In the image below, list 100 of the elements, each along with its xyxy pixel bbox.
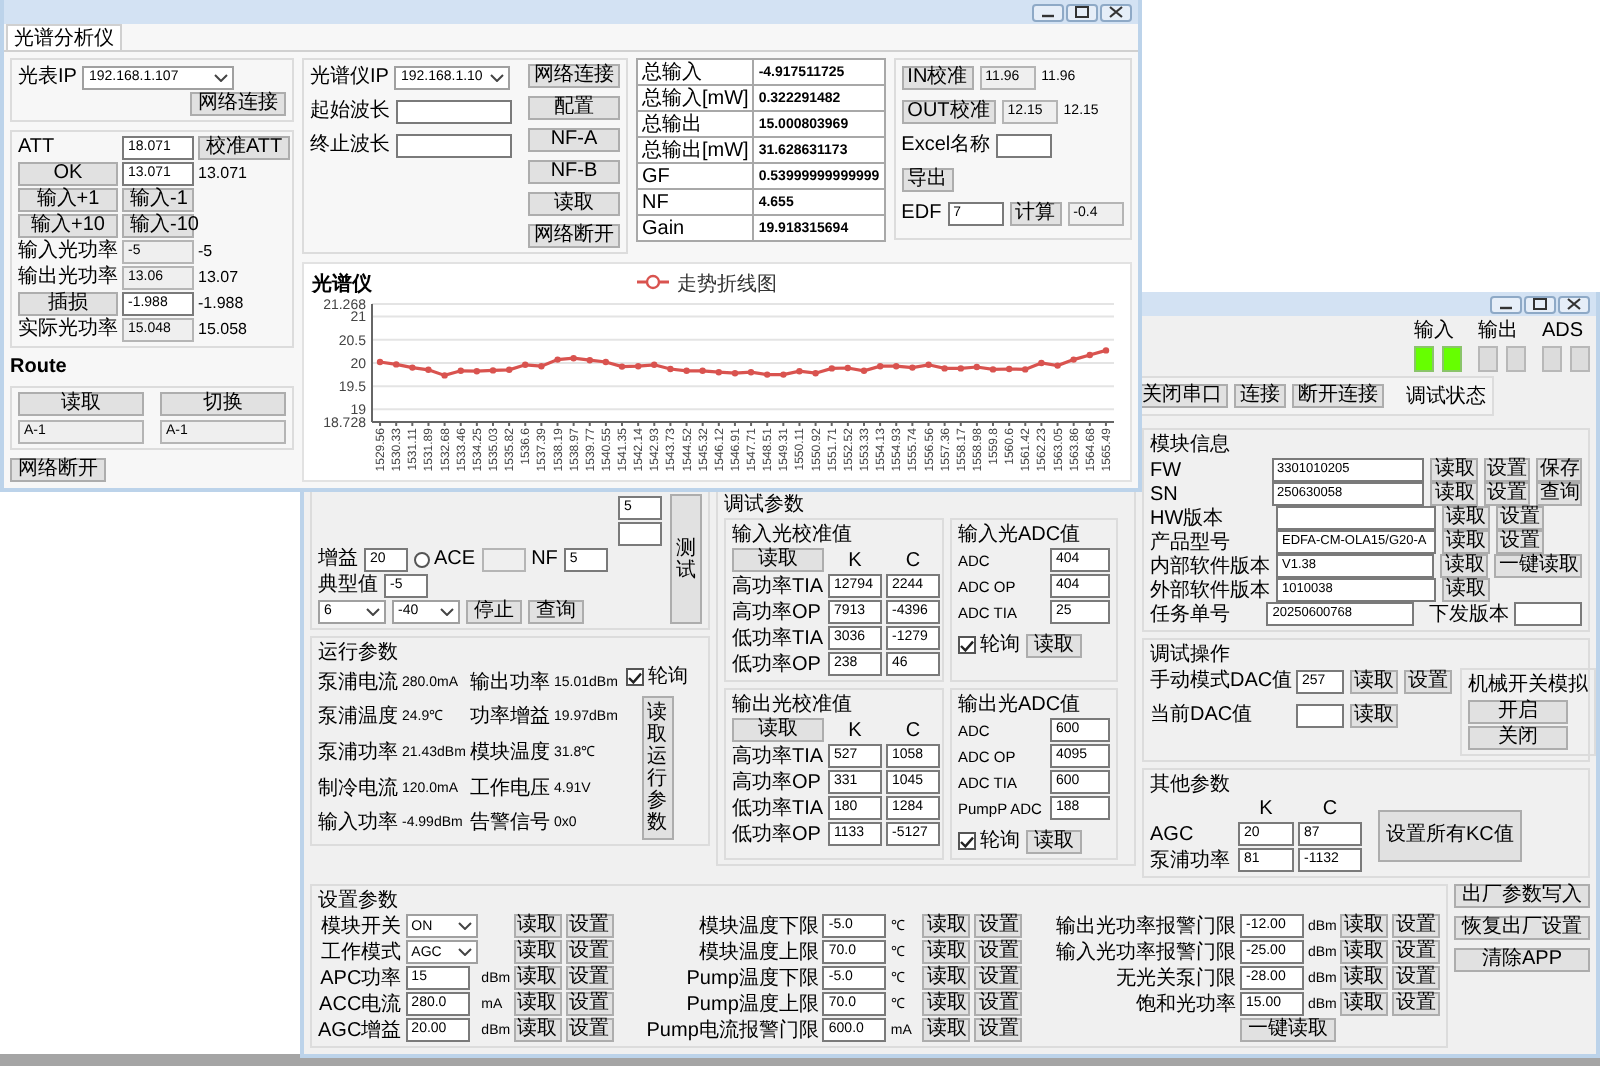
text-field[interactable]: [996, 133, 1053, 157]
calibrate-button[interactable]: OUT校准: [901, 99, 996, 123]
action-button[interactable]: 查询: [528, 599, 584, 623]
action-button[interactable]: 设置: [1404, 669, 1452, 693]
action-button[interactable]: 配置: [528, 96, 620, 120]
action-button[interactable]: 输入-1: [122, 188, 194, 212]
action-button[interactable]: 清除APP: [1454, 948, 1590, 972]
action-button[interactable]: 连接: [1234, 384, 1286, 408]
action-button[interactable]: 读取: [1339, 940, 1388, 964]
action-button[interactable]: 读取: [1442, 506, 1490, 530]
action-button[interactable]: 读取: [922, 940, 971, 964]
action-button[interactable]: 停止: [466, 599, 522, 623]
text-field[interactable]: [1296, 703, 1344, 727]
read-params-button[interactable]: 读取运行参数: [641, 696, 673, 840]
action-button[interactable]: 读取: [922, 992, 971, 1016]
action-button[interactable]: 读取: [1339, 966, 1388, 990]
action-button[interactable]: NF-A: [528, 128, 620, 152]
action-button[interactable]: 读取: [1430, 482, 1478, 506]
action-button[interactable]: 恢复出厂设置: [1454, 916, 1590, 940]
action-button[interactable]: 输入+1: [18, 188, 118, 212]
export-button[interactable]: 导出: [901, 167, 954, 191]
text-field[interactable]: [1514, 602, 1583, 626]
text-field[interactable]: [618, 521, 662, 545]
legend-icon[interactable]: [637, 274, 669, 290]
text-field[interactable]: [481, 547, 526, 571]
text-field[interactable]: [1276, 506, 1436, 530]
action-button[interactable]: 一键读取: [1494, 554, 1582, 578]
maximize-button[interactable]: [1066, 3, 1098, 21]
action-button[interactable]: 设置: [565, 992, 614, 1016]
action-button[interactable]: 读取: [922, 966, 971, 990]
action-button[interactable]: 切换: [160, 392, 286, 416]
radio-button[interactable]: ACE: [414, 548, 476, 570]
action-button[interactable]: 设置: [974, 1018, 1023, 1042]
action-button[interactable]: 设置: [1391, 966, 1440, 990]
read-button[interactable]: 读取: [732, 718, 824, 742]
minimize-button[interactable]: [1490, 295, 1522, 313]
action-button[interactable]: 输入+10: [18, 214, 118, 238]
action-button[interactable]: 读取: [1339, 992, 1388, 1016]
action-button[interactable]: 读取: [1339, 914, 1388, 938]
action-button[interactable]: 网络连接: [190, 91, 286, 115]
text-field[interactable]: [396, 133, 512, 157]
action-button[interactable]: 设置: [1496, 530, 1544, 554]
set-all-button[interactable]: 设置所有KC值: [1378, 809, 1522, 861]
action-button[interactable]: 读取: [18, 392, 144, 416]
read-button[interactable]: 读取: [732, 548, 824, 572]
action-button[interactable]: 设置: [1391, 992, 1440, 1016]
action-button[interactable]: 读取: [513, 966, 562, 990]
close-button[interactable]: [1100, 3, 1132, 21]
action-button[interactable]: 读取: [1440, 554, 1489, 578]
action-button[interactable]: 设置: [1483, 482, 1530, 506]
action-button[interactable]: 读取: [1350, 669, 1398, 693]
action-button[interactable]: NF-B: [528, 160, 620, 184]
checkbox[interactable]: 轮询: [626, 666, 688, 688]
close-button[interactable]: [1558, 295, 1590, 313]
action-button[interactable]: 设置: [1496, 506, 1544, 530]
action-button[interactable]: 出厂参数写入: [1454, 884, 1590, 908]
action-button[interactable]: 设置: [974, 940, 1023, 964]
action-button[interactable]: 读取: [1430, 458, 1478, 482]
action-button[interactable]: 读取: [513, 1018, 562, 1042]
action-button[interactable]: 设置: [974, 914, 1023, 938]
action-button[interactable]: 设置: [565, 940, 614, 964]
tab[interactable]: 光谱分析仪: [6, 24, 122, 50]
action-button[interactable]: 关闭串口: [1136, 384, 1228, 408]
action-button[interactable]: 校准ATT: [198, 136, 291, 160]
action-button[interactable]: 读取: [1442, 578, 1490, 602]
action-button[interactable]: 设置: [1391, 914, 1440, 938]
action-button[interactable]: 设置: [565, 914, 614, 938]
action-button[interactable]: 网络连接: [528, 64, 620, 88]
action-button[interactable]: 查询: [1535, 482, 1582, 506]
action-button[interactable]: 开启: [1468, 700, 1568, 724]
action-button[interactable]: 读取: [1442, 530, 1490, 554]
read-button[interactable]: 读取: [1026, 633, 1082, 657]
action-button[interactable]: 读取: [513, 992, 562, 1016]
action-button[interactable]: 读取: [1350, 703, 1398, 727]
action-button[interactable]: 读取: [528, 192, 620, 216]
action-button[interactable]: 设置: [974, 966, 1023, 990]
action-button[interactable]: 保存: [1535, 458, 1582, 482]
action-button[interactable]: 设置: [565, 966, 614, 990]
action-button[interactable]: 断开连接: [1292, 384, 1384, 408]
calibrate-button[interactable]: IN校准: [901, 65, 974, 89]
action-button[interactable]: 输入-10: [122, 214, 194, 238]
read-button[interactable]: 读取: [1026, 829, 1082, 853]
action-button[interactable]: 插损: [18, 292, 118, 316]
action-button[interactable]: 设置: [1391, 940, 1440, 964]
minimize-button[interactable]: [1032, 3, 1064, 21]
action-button[interactable]: 读取: [922, 914, 971, 938]
action-button[interactable]: 设置: [1483, 458, 1530, 482]
maximize-button[interactable]: [1524, 295, 1556, 313]
action-button[interactable]: 网络断开: [528, 224, 620, 248]
action-button[interactable]: 读取: [513, 940, 562, 964]
checkbox[interactable]: 轮询: [958, 830, 1020, 852]
text-field[interactable]: [396, 99, 512, 123]
action-button[interactable]: 设置: [974, 992, 1023, 1016]
action-button[interactable]: 读取: [922, 1018, 971, 1042]
action-button[interactable]: 设置: [565, 1018, 614, 1042]
action-button[interactable]: OK: [18, 162, 118, 186]
action-button[interactable]: 关闭: [1468, 726, 1568, 750]
disconnect-button[interactable]: 网络断开: [10, 458, 106, 482]
calculate-button[interactable]: 计算: [1009, 201, 1062, 225]
action-button[interactable]: 读取: [513, 914, 562, 938]
